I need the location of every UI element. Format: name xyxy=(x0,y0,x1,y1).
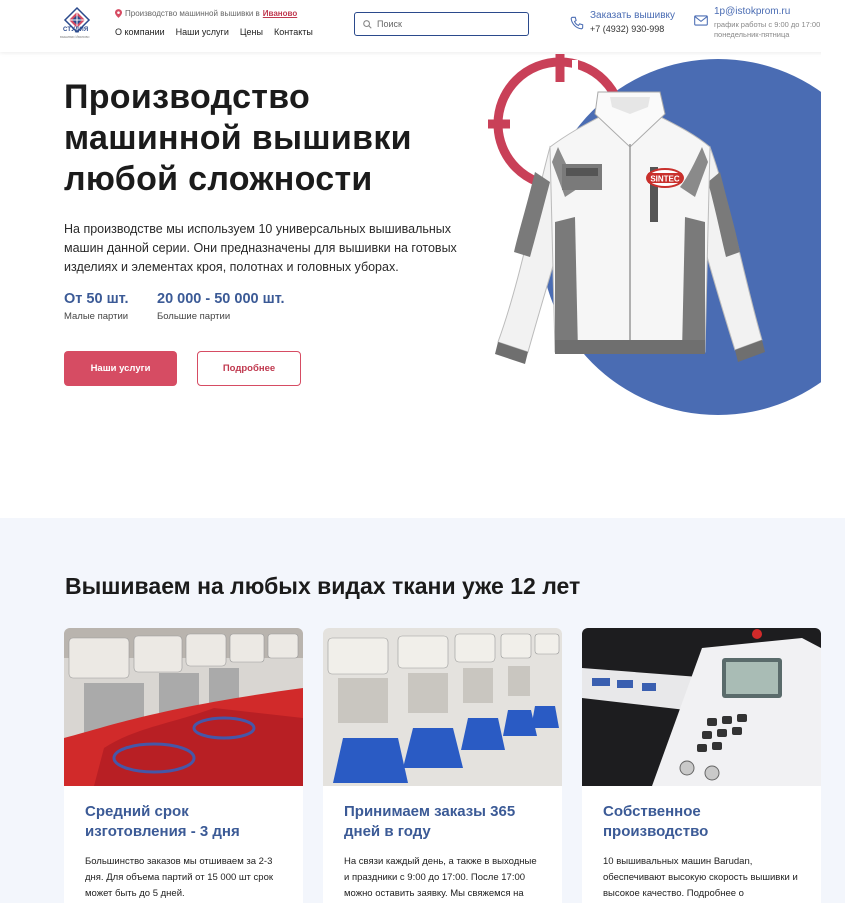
email-link[interactable]: 1p@istokprom.ru xyxy=(714,6,790,17)
stat-large-batches: 20 000 - 50 000 шт. Большие партии xyxy=(157,291,285,322)
logo-text: СТУДИЯ xyxy=(63,27,89,33)
hero-jacket-illustration: SINTEC xyxy=(488,52,845,422)
more-details-button[interactable]: Подробнее xyxy=(197,351,301,386)
order-embroidery-link[interactable]: Заказать вышивку xyxy=(590,10,675,21)
embroidery-machine-photo xyxy=(64,628,303,786)
stat-label: Большие партии xyxy=(157,311,231,322)
main-nav: О компании Наши услуги Цены Контакты xyxy=(115,27,313,37)
card-title: Принимаем заказы 365 дней в году xyxy=(344,803,516,840)
jacket-logo-text: SINTEC xyxy=(650,175,680,184)
section-title: Вышиваем на любых видах ткани уже 12 лет xyxy=(65,573,581,599)
hero-title: Производство машинной вышивки любой слож… xyxy=(64,77,484,200)
stat-small-batches: От 50 шт. Малые партии xyxy=(64,291,129,322)
card-title: Собственное производство xyxy=(603,803,709,840)
logo-subtitle: вышивки Иваново xyxy=(60,35,90,39)
nav-item-contacts[interactable]: Контакты xyxy=(274,27,313,37)
phone-icon xyxy=(570,16,584,30)
nav-item-prices[interactable]: Цены xyxy=(240,27,263,37)
embroidery-line-photo xyxy=(323,628,562,786)
location-pin-icon xyxy=(115,9,122,18)
card-title: Средний срок изготовления - 3 дня xyxy=(85,803,240,840)
hours-line-2: понедельник-пятница xyxy=(714,30,790,39)
nav-item-services[interactable]: Наши услуги xyxy=(176,27,229,37)
card-text: На связи каждый день, а также в выходные… xyxy=(344,856,537,899)
site-header: СТУДИЯ вышивки Иваново Производство маши… xyxy=(0,0,845,52)
feature-card-365-days: Принимаем заказы 365 дней в году На связ… xyxy=(323,628,562,903)
mail-icon xyxy=(694,15,708,26)
features-section: Вышиваем на любых видах ткани уже 12 лет xyxy=(0,518,845,903)
phone-number[interactable]: +7 (4932) 930-998 xyxy=(590,24,664,34)
hero-title-line-1: Производство xyxy=(64,78,311,116)
search-box xyxy=(354,12,529,36)
hero-title-line-2: машинной вышивки xyxy=(64,119,412,157)
hours-line-1: график работы с 9:00 до 17:00 xyxy=(714,20,821,29)
search-icon xyxy=(363,19,372,29)
working-hours: график работы с 9:00 до 17:00 понедельни… xyxy=(714,20,834,40)
card-text: 10 вышивальных машин Barudan, обеспечива… xyxy=(603,856,798,899)
our-services-button[interactable]: Наши услуги xyxy=(64,351,177,386)
hero-title-line-3: любой сложности xyxy=(64,160,373,198)
hero-description: На производстве мы используем 10 универс… xyxy=(64,222,457,274)
feature-card-own-production: Собственное производство 10 вышивальных … xyxy=(582,628,821,903)
nav-item-about[interactable]: О компании xyxy=(115,27,165,37)
search-input[interactable] xyxy=(377,19,517,29)
location-city-link[interactable]: Иваново xyxy=(263,9,297,18)
feature-card-production-time: Средний срок изготовления - 3 дня Больши… xyxy=(64,628,303,903)
stat-value: От 50 шт. xyxy=(64,291,129,307)
card-text: Большинство заказов мы отшиваем за 2-3 д… xyxy=(85,856,274,899)
location-line: Производство машинной вышивки в Иваново xyxy=(115,9,297,18)
stat-label: Малые партии xyxy=(64,311,129,322)
machine-control-panel-photo xyxy=(582,628,821,786)
stat-value: 20 000 - 50 000 шт. xyxy=(157,291,285,307)
location-prefix: Производство машинной вышивки в xyxy=(125,9,260,18)
